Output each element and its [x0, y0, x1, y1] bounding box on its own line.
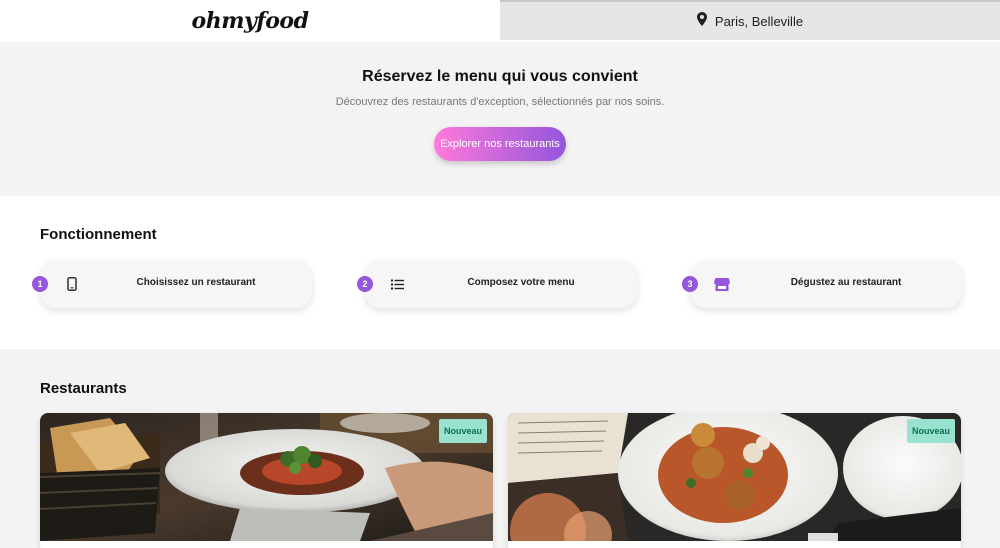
restaurants-section: Restaurants Nouveau Nouveau [0, 349, 1000, 548]
restaurant-card[interactable]: Nouveau [40, 413, 493, 548]
step-card-choose: 1 Choisissez un restaurant [32, 260, 312, 308]
hero-subtitle: Découvrez des restaurants d'exception, s… [335, 96, 665, 108]
store-icon [714, 276, 730, 292]
restaurant-card[interactable]: Nouveau [508, 413, 961, 548]
list-icon [389, 276, 405, 292]
explore-restaurants-button[interactable]: Explorer nos restaurants [434, 127, 566, 161]
logo-area[interactable]: ohmyfood [0, 0, 500, 42]
step-label: Choisissez un restaurant [136, 277, 256, 288]
step-card-compose: 2 Composez votre menu [357, 260, 637, 308]
smartphone-icon [64, 276, 80, 292]
step-number: 1 [32, 276, 48, 292]
how-it-works-section: Fonctionnement 1 Choisissez un restauran… [0, 196, 1000, 349]
site-header: ohmyfood Paris, Belleville [0, 0, 1000, 42]
hero-title: Réservez le menu qui vous convient [362, 68, 638, 85]
how-it-works-title: Fonctionnement [40, 226, 157, 243]
new-badge: Nouveau [439, 419, 487, 443]
step-label: Composez votre menu [467, 277, 575, 288]
step-number: 2 [357, 276, 373, 292]
restaurants-title: Restaurants [40, 380, 127, 397]
plated-dish-photo [40, 413, 493, 541]
meatballs-dish-photo [508, 413, 961, 541]
location-bar[interactable]: Paris, Belleville [500, 0, 1000, 40]
step-card-enjoy: 3 Dégustez au restaurant [682, 260, 962, 308]
logo[interactable]: ohmyfood [192, 8, 309, 34]
map-pin-icon [696, 11, 707, 31]
new-badge: Nouveau [907, 419, 955, 443]
step-label: Dégustez au restaurant [790, 277, 902, 288]
step-number: 3 [682, 276, 698, 292]
hero-section: Réservez le menu qui vous convient Décou… [0, 42, 1000, 196]
location-text: Paris, Belleville [714, 13, 804, 29]
